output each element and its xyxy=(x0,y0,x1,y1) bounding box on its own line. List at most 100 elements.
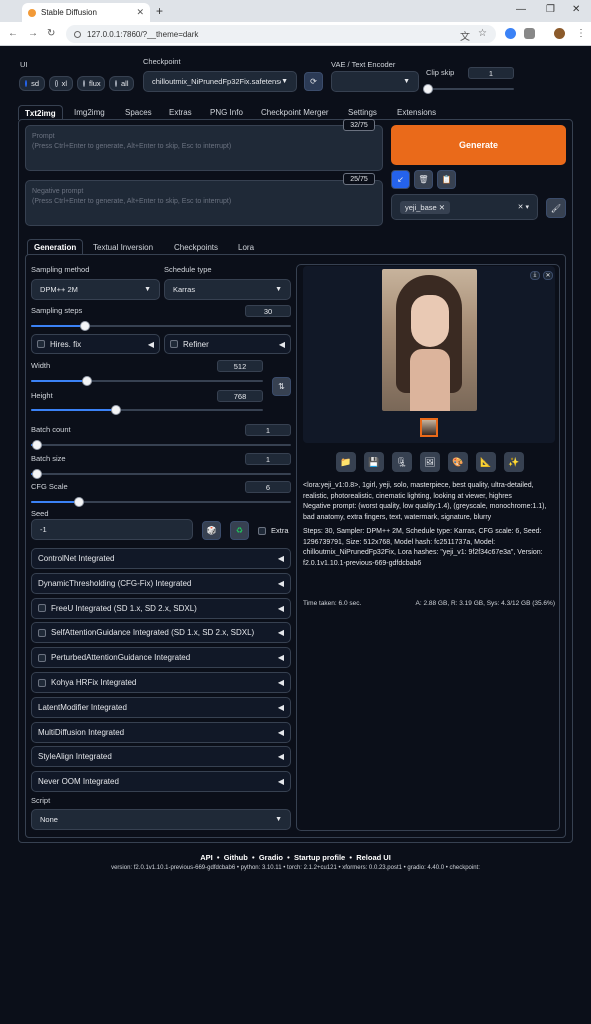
bookmark-star-icon[interactable]: ☆ xyxy=(478,28,487,39)
enable-checkbox[interactable] xyxy=(38,678,46,687)
edit-styles-button[interactable]: 🖌 xyxy=(546,198,566,218)
generated-image[interactable] xyxy=(382,269,477,411)
clip-skip-slider[interactable] xyxy=(423,84,514,94)
random-seed-button[interactable]: 🎲 xyxy=(202,521,221,540)
extra-seed-option[interactable]: Extra xyxy=(258,526,289,536)
height-slider[interactable] xyxy=(31,405,263,415)
schedule-type-dropdown[interactable]: Karras ▼ xyxy=(164,279,291,300)
extension-accordion[interactable]: Kohya HRFix Integrated ◀ xyxy=(31,672,291,693)
cfg-scale-slider[interactable] xyxy=(31,497,291,507)
download-image-button[interactable]: ⤓ xyxy=(530,271,540,280)
footer-link-api[interactable]: API xyxy=(200,853,213,862)
extension-icon[interactable] xyxy=(505,28,516,39)
close-tab-icon[interactable]: ✕ xyxy=(136,7,144,18)
new-tab-icon[interactable]: + xyxy=(156,4,163,18)
open-folder-button[interactable]: 📁 xyxy=(336,452,356,472)
maximize-icon[interactable]: ❐ xyxy=(546,4,555,15)
footer-link-gradio[interactable]: Gradio xyxy=(259,853,283,862)
refresh-checkpoints-button[interactable]: ⟳ xyxy=(304,72,323,91)
apply-styles-button[interactable]: 📋 xyxy=(437,170,456,189)
tab-checkpoint-merger[interactable]: Checkpoint Merger xyxy=(261,105,329,120)
browser-tab[interactable]: Stable Diffusion ✕ xyxy=(22,3,150,22)
window-close-icon[interactable]: ✕ xyxy=(572,4,580,15)
tab-png-info[interactable]: PNG Info xyxy=(210,105,243,120)
extension-accordion[interactable]: LatentModifier Integrated ◀ xyxy=(31,696,291,718)
upscale-button[interactable]: ✨ xyxy=(504,452,524,472)
tab-generation[interactable]: Generation xyxy=(27,239,84,255)
height-number[interactable]: 768 xyxy=(217,390,263,402)
extension-accordion[interactable]: ControlNet Integrated ◀ xyxy=(31,548,291,569)
tab-txt2img[interactable]: Txt2img xyxy=(18,105,63,120)
sampling-steps-slider[interactable] xyxy=(31,321,291,331)
batch-size-number[interactable]: 1 xyxy=(245,453,291,465)
vae-dropdown[interactable]: ▼ xyxy=(331,71,419,92)
back-icon[interactable]: ← xyxy=(8,28,18,39)
width-slider[interactable] xyxy=(31,376,263,386)
reuse-seed-button[interactable]: ♻ xyxy=(230,521,249,540)
clip-skip-number[interactable]: 1 xyxy=(468,67,514,79)
url-field[interactable]: 127.0.0.1:7860/?__theme=dark xyxy=(66,25,496,43)
extension-accordion[interactable]: SelfAttentionGuidance Integrated (SD 1.x… xyxy=(31,622,291,644)
extension-accordion[interactable]: DynamicThresholding (CFG-Fix) Integrated… xyxy=(31,572,291,594)
refiner-checkbox[interactable] xyxy=(170,340,178,348)
batch-count-number[interactable]: 1 xyxy=(245,424,291,436)
reload-icon[interactable]: ↻ xyxy=(47,28,55,39)
sampling-steps-number[interactable]: 30 xyxy=(245,305,291,317)
tab-spaces[interactable]: Spaces xyxy=(125,105,152,120)
prompt-textarea[interactable]: Prompt (Press Ctrl+Enter to generate, Al… xyxy=(25,125,383,171)
refiner-accordion[interactable]: Refiner ◀ xyxy=(164,334,291,354)
seed-input[interactable]: -1 xyxy=(31,519,193,540)
enable-checkbox[interactable] xyxy=(38,653,46,662)
extension-accordion[interactable]: MultiDiffusion Integrated ◀ xyxy=(31,721,291,743)
forward-icon[interactable]: → xyxy=(28,28,38,39)
tab-extensions[interactable]: Extensions xyxy=(397,105,436,120)
batch-count-slider[interactable] xyxy=(31,440,291,450)
extension-accordion[interactable]: StyleAlign Integrated ◀ xyxy=(31,746,291,768)
tab-checkpoints[interactable]: Checkpoints xyxy=(174,239,218,255)
send-to-inpaint-button[interactable]: 🎨 xyxy=(448,452,468,472)
tab-textual-inversion[interactable]: Textual Inversion xyxy=(93,239,153,255)
hires-fix-accordion[interactable]: Hires. fix ◀ xyxy=(31,334,160,354)
tab-settings[interactable]: Settings xyxy=(348,105,377,120)
footer-link-github[interactable]: Github xyxy=(224,853,248,862)
generate-button[interactable]: Generate xyxy=(391,125,566,165)
extension-accordion[interactable]: PerturbedAttentionGuidance Integrated ◀ xyxy=(31,647,291,669)
footer-link-reload-ui[interactable]: Reload UI xyxy=(356,853,391,862)
tab-extras[interactable]: Extras xyxy=(169,105,192,120)
ui-radio-all[interactable]: all xyxy=(109,76,134,91)
save-button[interactable]: 💾 xyxy=(364,452,384,472)
batch-size-slider[interactable] xyxy=(31,469,291,479)
clear-prompt-button[interactable]: 🗑 xyxy=(414,170,433,189)
site-info-icon[interactable] xyxy=(74,30,81,38)
read-params-button[interactable]: ↙ xyxy=(391,170,410,189)
send-to-extras-button[interactable]: 📐 xyxy=(476,452,496,472)
extra-checkbox[interactable] xyxy=(258,527,266,536)
ui-radio-sd[interactable]: sd xyxy=(19,76,45,91)
close-image-button[interactable]: ✕ xyxy=(543,271,553,280)
extension-accordion[interactable]: Never OOM Integrated ◀ xyxy=(31,771,291,793)
ui-radio-xl[interactable]: xl xyxy=(49,76,73,91)
cfg-scale-number[interactable]: 6 xyxy=(245,481,291,493)
footer-link-startup-profile[interactable]: Startup profile xyxy=(294,853,345,862)
extension-accordion[interactable]: FreeU Integrated (SD 1.x, SD 2.x, SDXL) ◀ xyxy=(31,597,291,619)
tab-img2img[interactable]: Img2img xyxy=(74,105,105,120)
minimize-icon[interactable]: — xyxy=(516,4,526,15)
image-thumbnail[interactable] xyxy=(420,418,438,437)
extensions-puzzle-icon[interactable] xyxy=(524,28,535,39)
styles-dropdown[interactable]: yeji_base ✕ ✕ ▾ xyxy=(391,194,538,220)
send-to-img2img-button[interactable]: 🖼 xyxy=(420,452,440,472)
profile-avatar[interactable] xyxy=(554,28,565,39)
sampling-method-dropdown[interactable]: DPM++ 2M ▼ xyxy=(31,279,160,300)
ui-radio-flux[interactable]: flux xyxy=(77,76,105,91)
checkpoint-dropdown[interactable]: chilloutmix_NiPrunedFp32Fix.safetensors … xyxy=(143,71,297,92)
browser-menu-icon[interactable]: ⋮ xyxy=(576,28,586,39)
script-dropdown[interactable]: None ▼ xyxy=(31,809,291,830)
hires-fix-checkbox[interactable] xyxy=(37,340,45,348)
swap-dimensions-button[interactable]: ⇅ xyxy=(272,377,291,396)
enable-checkbox[interactable] xyxy=(38,604,46,613)
translate-icon[interactable]: 文 xyxy=(460,28,470,43)
zip-button[interactable]: 🗜 xyxy=(392,452,412,472)
width-number[interactable]: 512 xyxy=(217,360,263,372)
negative-prompt-textarea[interactable]: Negative prompt (Press Ctrl+Enter to gen… xyxy=(25,180,383,226)
enable-checkbox[interactable] xyxy=(38,628,46,637)
